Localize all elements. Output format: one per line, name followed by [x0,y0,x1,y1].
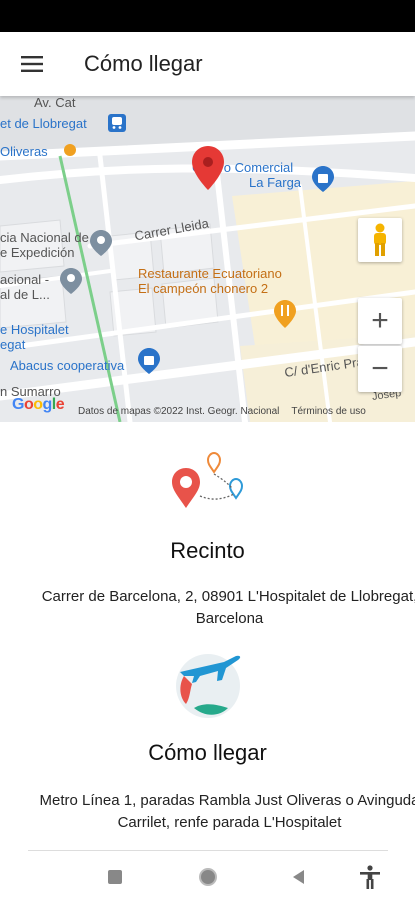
map-label-av-cat: Av. Cat [34,96,76,110]
terms-link[interactable]: Términos de uso [291,406,365,417]
map-label-acional: acional - al de L... [0,272,50,302]
bottom-divider [28,850,388,851]
map-view[interactable]: Av. Cat et de Llobregat Oliveras Centro … [0,96,415,422]
travel-globe-icon [176,654,241,718]
directions-title: Cómo llegar [148,740,267,765]
square-icon [108,870,122,884]
google-logo: Google [12,396,65,413]
landmark-icon [60,268,82,294]
menu-icon [21,56,43,72]
back-triangle-icon [293,870,304,884]
status-bar [0,0,415,32]
accessibility-button[interactable] [356,864,384,890]
recent-apps-button[interactable] [101,864,129,890]
accessibility-icon [360,865,380,889]
map-label-oliveras: Oliveras [0,144,48,159]
map-label-hospitalet: e Hospitalet egat [0,322,69,352]
train-station-icon [108,114,126,132]
page-title: Cómo llegar [84,51,203,76]
map-label-restaurant: Restaurante Ecuatoriano El campeón chone… [138,266,282,296]
zoom-out-button[interactable]: − [358,346,402,392]
landmark-icon [90,230,112,256]
shopping-bag-icon [312,166,334,192]
directions-text: Metro Línea 1, paradas Rambla Just Olive… [39,792,415,831]
home-button[interactable] [194,864,222,890]
shopping-bag-icon [138,348,160,374]
map-attribution: Datos de mapas ©2022 Inst. Geogr. Nacion… [78,406,366,417]
map-label-nacional: cia Nacional de e Expedición [0,230,89,260]
map-label-abacus: Abacus cooperativa [10,358,125,373]
map-label-llobregat: et de Llobregat [0,116,87,131]
venue-title: Recinto [170,538,245,563]
circle-icon [199,868,217,886]
app-bar: Cómo llegar [0,32,415,96]
zoom-in-button[interactable]: + [358,298,402,344]
restaurant-icon [274,300,296,328]
street-view-button[interactable] [358,218,402,262]
location-pin-icon[interactable] [192,146,224,190]
venue-address: Carrer de Barcelona, 2, 08901 L'Hospital… [41,588,415,627]
pegman-icon [374,223,386,256]
system-nav-bar [0,852,415,900]
route-pins-icon [172,451,244,508]
menu-button[interactable] [14,46,50,82]
back-button[interactable] [285,864,313,890]
